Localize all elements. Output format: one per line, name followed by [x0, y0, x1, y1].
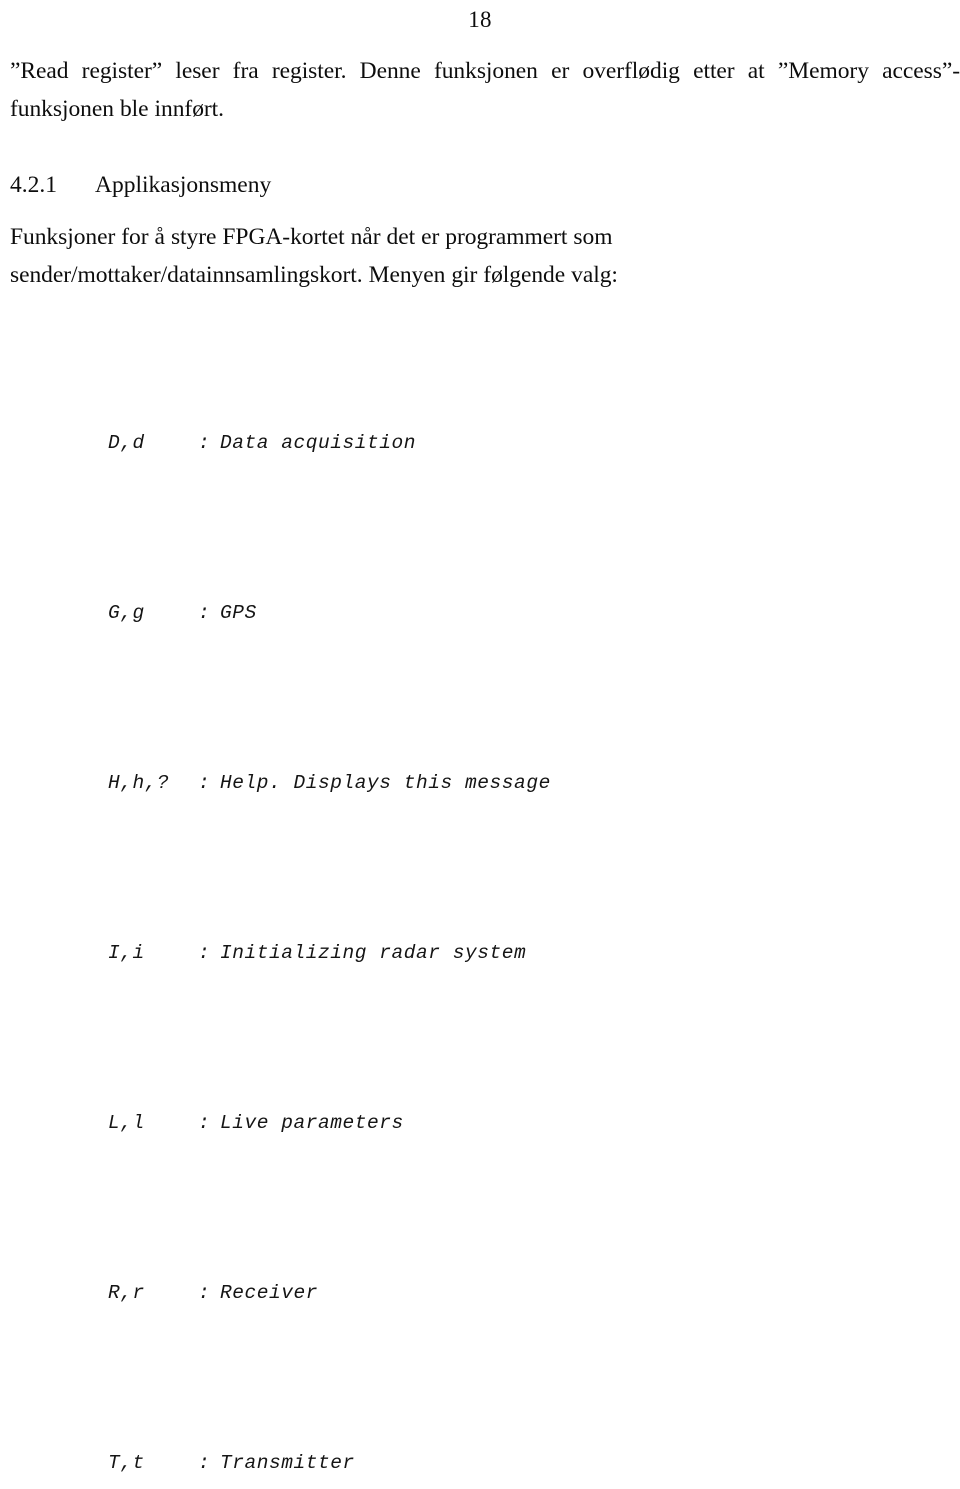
- paragraph-intro: ”Read register” leser fra register. Denn…: [10, 58, 960, 122]
- menu-item-key: T,t: [108, 1452, 145, 1474]
- menu-list-item: T,t: Transmitter: [10, 1412, 960, 1489]
- menu-item-colon: :: [198, 772, 211, 794]
- menu-item-colon: :: [198, 432, 211, 454]
- menu-list-item: R,r: Receiver: [10, 1242, 960, 1344]
- menu-item-description: Receiver: [220, 1282, 319, 1304]
- page-number: 18: [468, 7, 492, 32]
- menu-list-item: D,d: Data acquisition: [10, 392, 960, 494]
- menu-option-list: D,d: Data acquisition G,g: GPS H,h,?: Help.…: [10, 324, 960, 1489]
- menu-item-description: Help. Displays this message: [220, 772, 551, 794]
- menu-item-key: D,d: [108, 432, 145, 454]
- menu-item-key: H,h,?: [108, 772, 170, 794]
- menu-item-colon: :: [198, 1282, 211, 1304]
- menu-item-colon: :: [198, 1452, 211, 1474]
- menu-item-key: G,g: [108, 602, 145, 624]
- menu-list-item: G,g: GPS: [10, 562, 960, 664]
- section-heading: 4.2.1 Applikasjonsmeny: [10, 166, 960, 204]
- page-content: ”Read register” leser fra register. Denn…: [10, 52, 960, 1489]
- section-heading-number: 4.2.1: [10, 172, 57, 198]
- menu-item-colon: :: [198, 1112, 211, 1134]
- document-page: 18 ”Read register” leser fra register. D…: [0, 0, 960, 1489]
- menu-item-description: Data acquisition: [220, 432, 417, 454]
- menu-item-colon: :: [198, 602, 211, 624]
- menu-list-item: L,l: Live parameters: [10, 1072, 960, 1174]
- menu-item-description: Live parameters: [220, 1112, 404, 1134]
- menu-item-key: I,i: [108, 942, 145, 964]
- menu-item-description: Initializing radar system: [220, 942, 527, 964]
- menu-item-colon: :: [198, 942, 211, 964]
- paragraph-after-heading: Funksjoner for å styre FPGA-kortet når d…: [10, 224, 618, 288]
- menu-list-item: H,h,?: Help. Displays this message: [10, 732, 960, 834]
- menu-item-description: GPS: [220, 602, 257, 624]
- menu-item-description: Transmitter: [220, 1452, 355, 1474]
- section-heading-title: Applikasjonsmeny: [95, 172, 272, 198]
- menu-item-key: R,r: [108, 1282, 145, 1304]
- menu-list-item: I,i: Initializing radar system: [10, 902, 960, 1004]
- menu-item-key: L,l: [108, 1112, 145, 1134]
